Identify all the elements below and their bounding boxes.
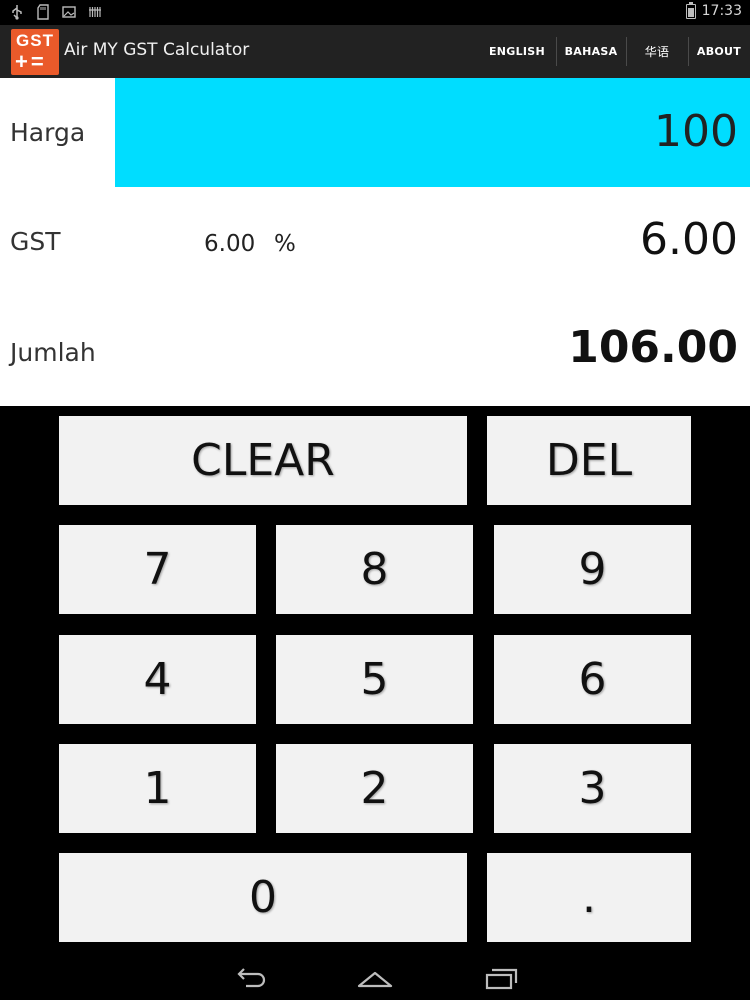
- menu-bahasa[interactable]: BAHASA: [556, 25, 626, 78]
- key-decimal[interactable]: .: [487, 853, 691, 942]
- app-logo-icon: GST +=: [11, 29, 59, 75]
- price-label: Harga: [10, 118, 86, 147]
- status-bar: 17:33: [0, 0, 750, 25]
- key-7[interactable]: 7: [59, 525, 256, 614]
- delete-button[interactable]: DEL: [487, 416, 691, 505]
- logo-text-bottom: +=: [15, 49, 47, 74]
- gst-row: GST 6.00 % 6.00: [0, 187, 750, 296]
- key-4[interactable]: 4: [59, 635, 256, 724]
- usb-icon: [10, 4, 24, 20]
- action-bar: GST += Air MY GST Calculator ENGLISH BAH…: [0, 25, 750, 78]
- gst-amount: 6.00: [640, 214, 738, 265]
- keypad: CLEAR DEL 7 8 9 4 5 6 1 2 3 0 .: [0, 406, 750, 956]
- language-menu: ENGLISH BAHASA 华语 ABOUT: [478, 25, 750, 78]
- total-label: Jumlah: [10, 338, 96, 367]
- total-amount: 106.00: [568, 322, 738, 373]
- key-1[interactable]: 1: [59, 744, 256, 833]
- gst-label: GST: [10, 227, 61, 256]
- total-row: Jumlah 106.00: [0, 297, 750, 406]
- price-row: Harga 100: [0, 78, 750, 187]
- key-3[interactable]: 3: [494, 744, 691, 833]
- price-input[interactable]: 100: [115, 78, 750, 187]
- battery-icon: [685, 1, 696, 19]
- navigation-bar: [0, 956, 750, 1000]
- barcode-icon: [88, 4, 102, 20]
- recent-apps-icon[interactable]: [481, 964, 521, 992]
- key-0[interactable]: 0: [59, 853, 467, 942]
- back-icon[interactable]: [230, 964, 270, 992]
- notification-icons: [10, 4, 102, 20]
- logo-text-top: GST: [16, 31, 54, 50]
- clear-button[interactable]: CLEAR: [59, 416, 467, 505]
- menu-about[interactable]: ABOUT: [688, 25, 750, 78]
- menu-english[interactable]: ENGLISH: [478, 25, 556, 78]
- gst-rate: 6.00: [204, 231, 256, 257]
- clock: 17:33: [701, 3, 742, 19]
- key-2[interactable]: 2: [276, 744, 473, 833]
- home-icon[interactable]: [355, 964, 395, 992]
- image-icon: [62, 4, 76, 20]
- key-9[interactable]: 9: [494, 525, 691, 614]
- gst-percent-sign: %: [274, 231, 296, 257]
- key-6[interactable]: 6: [494, 635, 691, 724]
- sd-card-icon: [36, 4, 50, 20]
- status-right: 17:33: [685, 1, 742, 19]
- price-value: 100: [654, 106, 738, 157]
- key-8[interactable]: 8: [276, 525, 473, 614]
- calculator-display: Harga 100 GST 6.00 % 6.00 Jumlah 106.00: [0, 78, 750, 406]
- app-title: Air MY GST Calculator: [64, 40, 250, 60]
- screen: 17:33 GST += Air MY GST Calculator ENGLI…: [0, 0, 750, 1000]
- key-5[interactable]: 5: [276, 635, 473, 724]
- menu-chinese[interactable]: 华语: [626, 25, 688, 78]
